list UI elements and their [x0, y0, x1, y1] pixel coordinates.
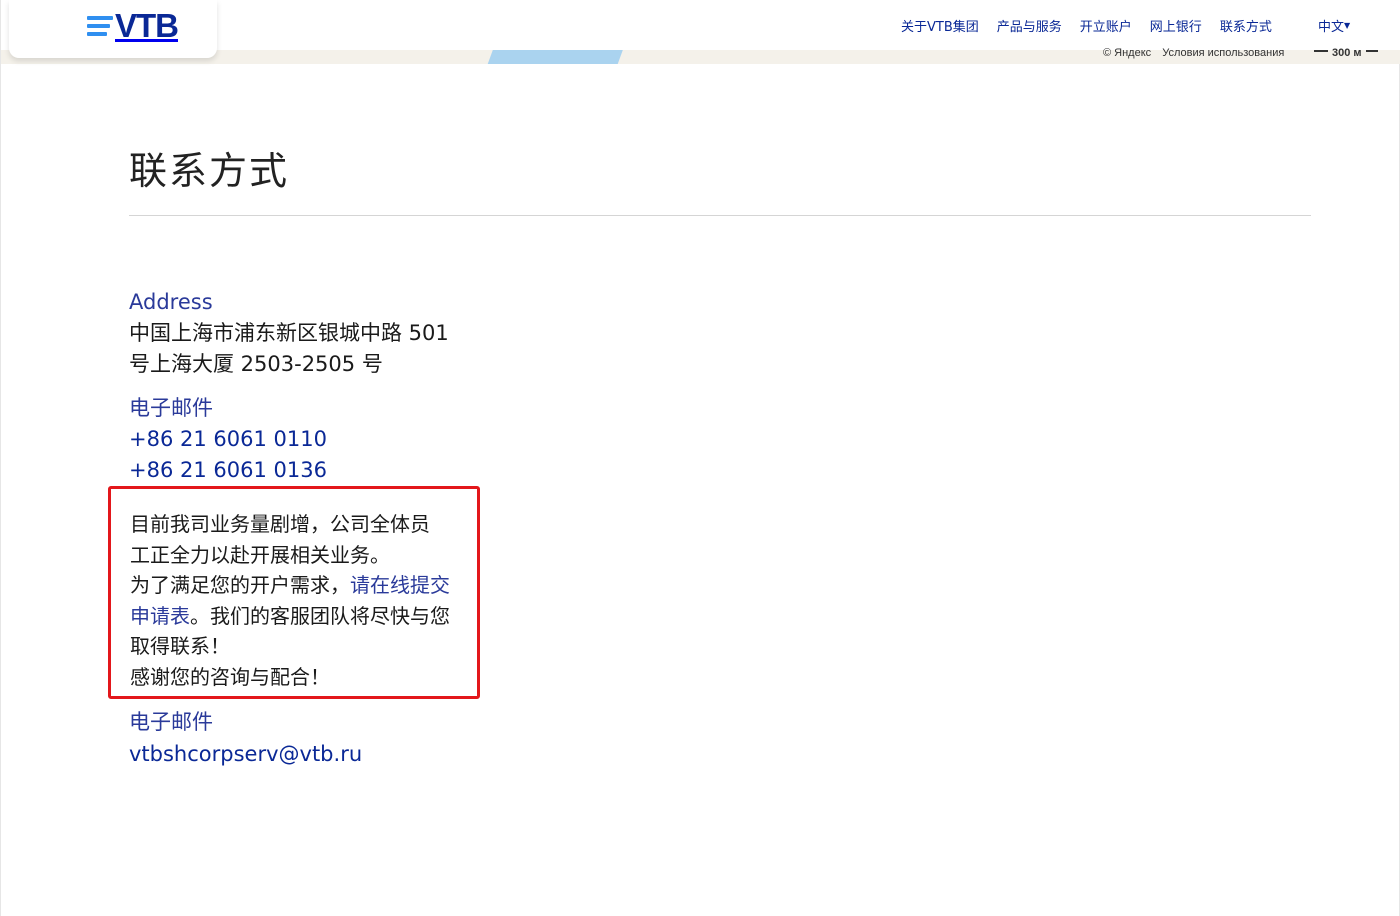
notice-line-1: 目前我司业务量剧增，公司全体员	[130, 512, 430, 536]
phone-link-1[interactable]: +86 21 6061 0110	[129, 424, 469, 455]
chevron-down-icon: ▼	[1344, 21, 1351, 30]
nav-contacts[interactable]: 联系方式	[1220, 16, 1272, 35]
address-line-1: 中国上海市浦东新区银城中路 501	[129, 321, 449, 345]
map-terms-link[interactable]: Условия использования	[1162, 47, 1284, 59]
email-link[interactable]: vtbshcorpserv@vtb.ru	[129, 742, 362, 766]
notice-line-2: 工正全力以赴开展相关业务。	[130, 542, 390, 567]
address-label: Address	[129, 290, 213, 314]
phone-label: 电子邮件	[129, 396, 213, 420]
page: 关于VTB集团 产品与服务 开立账户 网上银行 联系方式 中文▼ © Яндек…	[0, 0, 1400, 916]
main-content: 联系方式	[129, 140, 1311, 216]
main-nav: 关于VTB集团 产品与服务 开立账户 网上银行 联系方式	[901, 16, 1290, 35]
notice-line-last: 感谢您的咨询与配合！	[130, 664, 330, 689]
nav-open-account[interactable]: 开立账户	[1080, 16, 1132, 35]
map-scale-label: 300 м	[1332, 47, 1362, 59]
logo-text: VTB	[115, 7, 179, 44]
nav-online-banking[interactable]: 网上银行	[1150, 16, 1202, 35]
email-block: 电子邮件 vtbshcorpserv@vtb.ru	[129, 706, 362, 770]
notice-text: 目前我司业务量剧增，公司全体员 工正全力以赴开展相关业务。 为了满足您的开户需求…	[130, 509, 462, 692]
logo-stripes-icon	[87, 16, 113, 36]
language-selector[interactable]: 中文▼	[1318, 16, 1350, 35]
map-scale: 300 м	[1314, 47, 1378, 59]
map-attribution: © Яндекс Условия использования	[1103, 47, 1292, 59]
scale-bar-end-icon	[1365, 50, 1378, 52]
page-title: 联系方式	[129, 140, 1311, 216]
yandex-copyright[interactable]: © Яндекс	[1103, 47, 1151, 59]
notice-line-3: 为了满足您的开户需求，请在线提交申请表。我们的客服团队将尽快与您取得联系！	[130, 570, 462, 662]
email-label: 电子邮件	[129, 710, 213, 734]
notice-pre: 为了满足您的开户需求，	[130, 573, 350, 597]
nav-about[interactable]: 关于VTB集团	[901, 16, 979, 35]
contact-info: Address 中国上海市浦东新区银城中路 501 号上海大厦 2503-250…	[129, 286, 469, 486]
address-line-2: 号上海大厦 2503-2505 号	[129, 352, 383, 376]
scale-bar-icon	[1314, 50, 1328, 52]
language-label: 中文	[1318, 20, 1345, 35]
nav-products[interactable]: 产品与服务	[997, 16, 1062, 35]
vtb-logo[interactable]: VTB	[87, 6, 179, 46]
phone-link-2[interactable]: +86 21 6061 0136	[129, 455, 469, 486]
